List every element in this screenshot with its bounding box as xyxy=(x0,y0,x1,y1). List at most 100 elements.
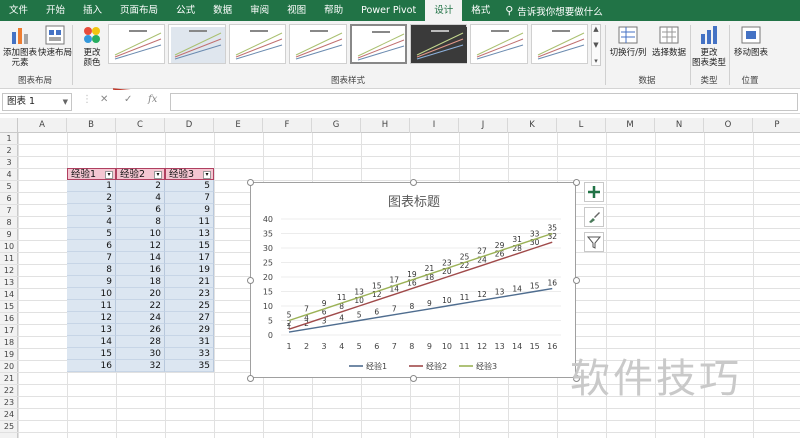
table-cell[interactable]: 11 xyxy=(165,216,214,228)
filter-dropdown-icon[interactable]: ▾ xyxy=(154,171,162,179)
switch-row-column-button[interactable]: 切换行/列 xyxy=(608,24,648,58)
table-cell[interactable]: 26 xyxy=(116,324,165,336)
tab-2[interactable]: 插入 xyxy=(74,0,111,21)
row-header[interactable]: 11 xyxy=(0,253,18,265)
table-cell[interactable]: 9 xyxy=(67,276,116,288)
column-header[interactable]: O xyxy=(704,118,753,133)
row-header[interactable]: 14 xyxy=(0,289,18,301)
tell-me-search[interactable]: ⚲ 告诉我你想要做什么 xyxy=(505,4,603,18)
row-header[interactable]: 25 xyxy=(0,421,18,433)
row-header[interactable]: 15 xyxy=(0,301,18,313)
formula-input[interactable] xyxy=(170,93,798,111)
table-cell[interactable]: 7 xyxy=(165,192,214,204)
move-chart-button[interactable]: 移动图表 xyxy=(732,24,770,58)
table-header[interactable]: 经验3 ▾ xyxy=(165,168,214,180)
row-header[interactable]: 7 xyxy=(0,205,18,217)
table-cell[interactable]: 27 xyxy=(165,312,214,324)
row-header[interactable]: 18 xyxy=(0,337,18,349)
change-chart-type-button[interactable]: 更改 图表类型 xyxy=(691,24,727,68)
table-cell[interactable]: 13 xyxy=(67,324,116,336)
table-cell[interactable]: 29 xyxy=(165,324,214,336)
add-chart-element-button[interactable]: 添加图表 元素 xyxy=(2,24,38,68)
table-cell[interactable]: 16 xyxy=(116,264,165,276)
expand-gallery-icon[interactable]: ▾ xyxy=(594,57,598,65)
select-data-button[interactable]: 选择数据 xyxy=(649,24,689,58)
column-header[interactable]: M xyxy=(606,118,655,133)
resize-handle[interactable] xyxy=(247,375,254,382)
column-header[interactable]: A xyxy=(18,118,67,133)
table-cell[interactable]: 5 xyxy=(67,228,116,240)
chevron-down-icon[interactable]: ▼ xyxy=(63,94,68,110)
resize-handle[interactable] xyxy=(247,179,254,186)
row-header[interactable]: 13 xyxy=(0,277,18,289)
table-cell[interactable]: 4 xyxy=(67,216,116,228)
row-header[interactable]: 20 xyxy=(0,361,18,373)
tab-5[interactable]: 数据 xyxy=(204,0,241,21)
tab-9[interactable]: Power Pivot xyxy=(352,0,425,21)
table-cell[interactable]: 28 xyxy=(116,336,165,348)
gallery-scroll[interactable]: ▲ ▼ ▾ xyxy=(591,24,601,66)
table-cell[interactable]: 32 xyxy=(116,360,165,372)
table-cell[interactable]: 14 xyxy=(67,336,116,348)
tab-11[interactable]: 格式 xyxy=(462,0,499,21)
table-cell[interactable]: 12 xyxy=(67,312,116,324)
table-cell[interactable]: 4 xyxy=(116,192,165,204)
quick-layout-button[interactable]: 快速布局 xyxy=(38,24,72,58)
table-cell[interactable]: 5 xyxy=(165,180,214,192)
tab-3[interactable]: 页面布局 xyxy=(111,0,167,21)
column-header[interactable]: K xyxy=(508,118,557,133)
legend-label[interactable]: 经验3 xyxy=(476,361,497,371)
table-cell[interactable]: 12 xyxy=(116,240,165,252)
enter-icon[interactable]: ✓ xyxy=(124,94,132,105)
table-cell[interactable]: 30 xyxy=(116,348,165,360)
legend-label[interactable]: 经验1 xyxy=(366,361,387,371)
row-header[interactable]: 12 xyxy=(0,265,18,277)
column-header[interactable]: G xyxy=(312,118,361,133)
table-cell[interactable]: 16 xyxy=(67,360,116,372)
table-header[interactable]: 经验2 ▾ xyxy=(116,168,165,180)
table-cell[interactable]: 14 xyxy=(116,252,165,264)
table-cell[interactable]: 2 xyxy=(67,192,116,204)
table-cell[interactable]: 15 xyxy=(67,348,116,360)
column-header[interactable]: L xyxy=(557,118,606,133)
filter-dropdown-icon[interactable]: ▾ xyxy=(203,171,211,179)
resize-handle[interactable] xyxy=(410,375,417,382)
table-cell[interactable]: 23 xyxy=(165,288,214,300)
row-header[interactable]: 21 xyxy=(0,373,18,385)
resize-handle[interactable] xyxy=(573,179,580,186)
row-header[interactable]: 19 xyxy=(0,349,18,361)
column-header[interactable]: C xyxy=(116,118,165,133)
row-header[interactable]: 23 xyxy=(0,397,18,409)
row-header[interactable]: 6 xyxy=(0,193,18,205)
tab-1[interactable]: 开始 xyxy=(37,0,74,21)
row-header[interactable]: 2 xyxy=(0,145,18,157)
column-header[interactable]: F xyxy=(263,118,312,133)
table-cell[interactable]: 21 xyxy=(165,276,214,288)
column-header[interactable]: N xyxy=(655,118,704,133)
table-cell[interactable]: 11 xyxy=(67,300,116,312)
row-header[interactable]: 3 xyxy=(0,157,18,169)
tab-0[interactable]: 文件 xyxy=(0,0,37,21)
change-colors-button[interactable]: 更改 颜色 xyxy=(78,24,106,68)
table-cell[interactable]: 3 xyxy=(67,204,116,216)
scroll-down-icon[interactable]: ▼ xyxy=(593,41,598,49)
column-header[interactable]: H xyxy=(361,118,410,133)
table-cell[interactable]: 33 xyxy=(165,348,214,360)
table-cell[interactable]: 2 xyxy=(116,180,165,192)
column-header[interactable]: J xyxy=(459,118,508,133)
table-cell[interactable]: 24 xyxy=(116,312,165,324)
resize-handle[interactable] xyxy=(247,277,254,284)
table-cell[interactable]: 17 xyxy=(165,252,214,264)
name-box[interactable]: 图表 1 ▼ xyxy=(2,93,72,111)
cancel-icon[interactable]: ✕ xyxy=(100,94,108,105)
table-cell[interactable]: 13 xyxy=(165,228,214,240)
table-cell[interactable]: 7 xyxy=(67,252,116,264)
tab-10[interactable]: 设计 xyxy=(425,0,463,21)
insert-function-icon[interactable]: fx xyxy=(148,94,157,105)
row-header[interactable]: 17 xyxy=(0,325,18,337)
table-cell[interactable]: 35 xyxy=(165,360,214,372)
table-cell[interactable]: 20 xyxy=(116,288,165,300)
filter-dropdown-icon[interactable]: ▾ xyxy=(105,171,113,179)
chart-filters-button[interactable] xyxy=(584,232,604,252)
chart-styles-button[interactable] xyxy=(584,207,604,227)
